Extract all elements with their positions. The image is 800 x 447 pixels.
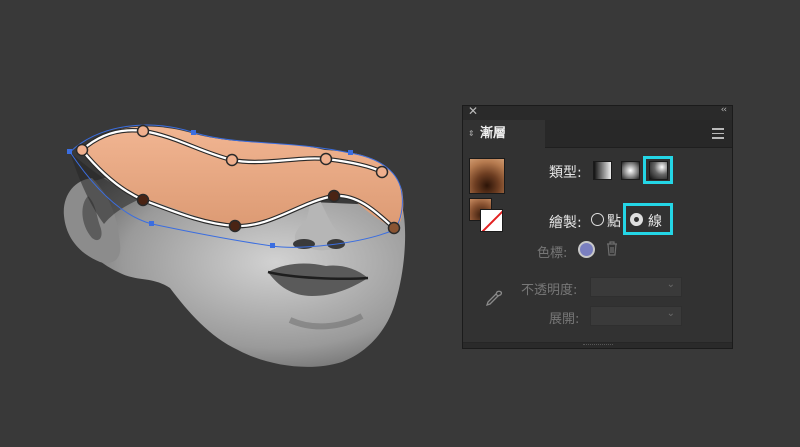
opacity-label: 不透明度:	[521, 283, 578, 298]
color-point	[136, 124, 150, 138]
draw-label: 繪製:	[549, 215, 582, 231]
stroke-none-swatch[interactable]	[480, 209, 503, 232]
color-point	[375, 165, 389, 179]
color-point	[228, 219, 242, 233]
opacity-dropdown[interactable]: ⌄	[590, 277, 682, 297]
collapse-icon[interactable]: ‹‹	[721, 105, 727, 115]
spread-dropdown[interactable]: ⌄	[590, 306, 682, 326]
chevron-down-icon: ⌄	[666, 279, 675, 290]
color-point	[319, 152, 333, 166]
color-stop-swatch[interactable]	[578, 241, 595, 258]
panel-resize-grip[interactable]	[463, 342, 732, 348]
color-point	[387, 221, 401, 235]
lines-highlight-box	[623, 203, 673, 235]
draw-points-radio[interactable]	[591, 213, 604, 226]
close-icon[interactable]: ✕	[468, 104, 478, 118]
spread-label: 展開:	[549, 312, 580, 327]
color-point	[136, 193, 150, 207]
draw-points-label[interactable]: 點	[607, 211, 621, 231]
linear-gradient-button[interactable]	[593, 161, 612, 180]
tab-gradient-label: 漸層	[480, 126, 507, 141]
color-point	[327, 189, 341, 203]
hamburger-menu-icon[interactable]	[712, 128, 724, 139]
panel-titlebar[interactable]: ✕ ‹‹	[463, 104, 732, 120]
radial-gradient-button[interactable]	[621, 161, 640, 180]
sort-icon: ⇕	[468, 129, 475, 138]
color-point	[225, 153, 239, 167]
gradient-panel: ✕ ‹‹ ⇕ 漸層 類型: 繪製: 點 線 色標: 不透明度: ⌄ 展開: ⌄	[462, 104, 733, 349]
fill-stroke-indicator[interactable]	[469, 198, 503, 232]
tab-gradient[interactable]: ⇕ 漸層	[463, 120, 545, 148]
type-label: 類型:	[549, 165, 582, 181]
color-point	[75, 143, 89, 157]
trash-icon[interactable]	[605, 240, 619, 256]
eyedropper-icon[interactable]	[485, 289, 503, 307]
color-stop-label: 色標:	[537, 246, 568, 261]
panel-tabbar: ⇕ 漸層	[463, 120, 732, 148]
chevron-down-icon: ⌄	[666, 308, 675, 319]
freeform-highlight-box	[643, 156, 673, 184]
gradient-preview-swatch[interactable]	[469, 158, 505, 194]
